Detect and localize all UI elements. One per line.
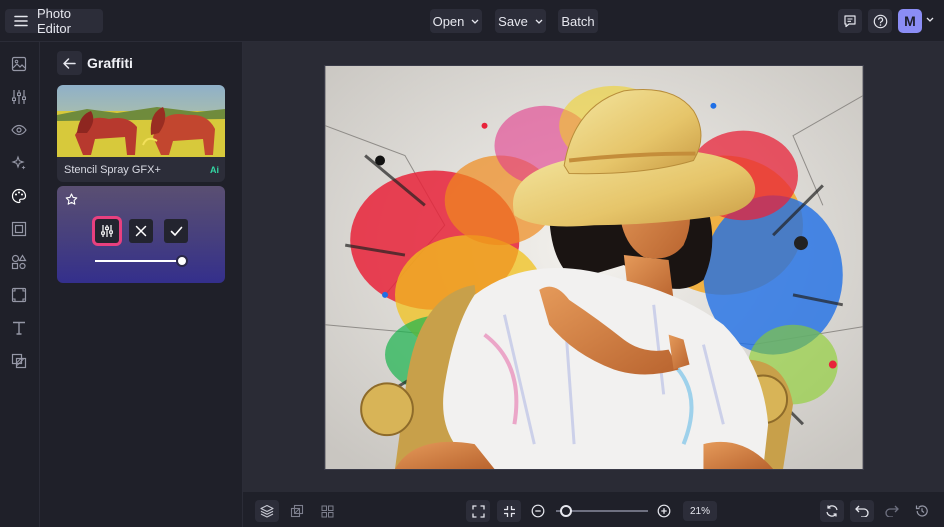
avatar[interactable]: M <box>898 9 922 33</box>
zoom-level[interactable]: 21% <box>683 501 717 521</box>
reset-button[interactable] <box>820 500 844 522</box>
history-button[interactable] <box>911 500 933 522</box>
crop-icon <box>290 504 304 518</box>
redo-button[interactable] <box>881 500 903 522</box>
save-label: Save <box>498 13 528 29</box>
layers-button[interactable] <box>255 500 279 522</box>
open-label: Open <box>432 13 465 29</box>
sparkle-icon[interactable] <box>11 155 27 171</box>
palette-icon[interactable] <box>11 188 27 204</box>
sliders-icon <box>100 224 114 238</box>
shapes-icon[interactable] <box>11 254 27 270</box>
tool-rail <box>0 42 40 527</box>
text-icon[interactable] <box>11 320 27 336</box>
minus-circle-icon <box>531 504 545 518</box>
check-icon <box>170 226 183 237</box>
back-button[interactable] <box>57 51 82 75</box>
effect-thumbnail <box>57 85 225 157</box>
sliders-icon[interactable] <box>11 89 27 105</box>
fit-to-screen-button[interactable] <box>466 500 490 522</box>
hamburger-icon <box>14 15 28 27</box>
layers-icon <box>260 504 274 518</box>
message-icon <box>843 14 857 28</box>
star-icon[interactable] <box>65 193 78 206</box>
zoom-out-button[interactable] <box>527 500 549 522</box>
chevron-down-icon[interactable] <box>926 17 934 22</box>
actual-size-button[interactable] <box>497 500 521 522</box>
crop-button[interactable] <box>286 500 308 522</box>
frame-icon[interactable] <box>11 221 27 237</box>
grid-button[interactable] <box>316 500 338 522</box>
collapse-icon <box>503 505 516 518</box>
help-button[interactable] <box>868 9 892 33</box>
close-icon <box>135 225 147 237</box>
arrow-left-icon <box>63 57 76 69</box>
canvas-image[interactable] <box>324 65 864 470</box>
app-title: Photo Editor <box>37 6 71 36</box>
history-icon <box>915 504 929 518</box>
refresh-icon <box>825 504 839 518</box>
zoom-in-button[interactable] <box>653 500 675 522</box>
app-menu-button[interactable]: Photo Editor <box>5 6 103 36</box>
undo-icon <box>855 505 869 517</box>
image-icon[interactable] <box>11 56 27 72</box>
cancel-effect-button[interactable] <box>129 219 153 243</box>
batch-button[interactable]: Batch <box>558 9 598 33</box>
expand-icon <box>471 504 485 518</box>
overlay-icon[interactable] <box>11 353 27 369</box>
help-icon <box>873 14 888 29</box>
effect-card[interactable]: Stencil Spray GFX+ Ai <box>57 85 225 182</box>
chevron-down-icon <box>535 19 543 24</box>
save-button[interactable]: Save <box>495 9 546 33</box>
open-button[interactable]: Open <box>430 9 482 33</box>
batch-label: Batch <box>561 13 595 29</box>
zoom-slider-thumb[interactable] <box>559 505 572 517</box>
texture-icon[interactable] <box>11 287 27 303</box>
chevron-down-icon <box>471 19 479 24</box>
feedback-button[interactable] <box>838 9 862 33</box>
panel-title: Graffiti <box>87 55 133 71</box>
ai-badge: Ai <box>210 165 219 175</box>
redo-icon <box>885 505 899 517</box>
intensity-slider-thumb[interactable] <box>176 255 188 267</box>
undo-button[interactable] <box>850 500 874 522</box>
adjust-settings-button[interactable] <box>95 219 119 243</box>
intensity-slider-track[interactable] <box>95 260 183 262</box>
eye-icon[interactable] <box>11 122 27 138</box>
plus-circle-icon <box>657 504 671 518</box>
apply-effect-button[interactable] <box>164 219 188 243</box>
effect-name: Stencil Spray GFX+ <box>64 164 161 176</box>
grid-icon <box>321 505 334 518</box>
